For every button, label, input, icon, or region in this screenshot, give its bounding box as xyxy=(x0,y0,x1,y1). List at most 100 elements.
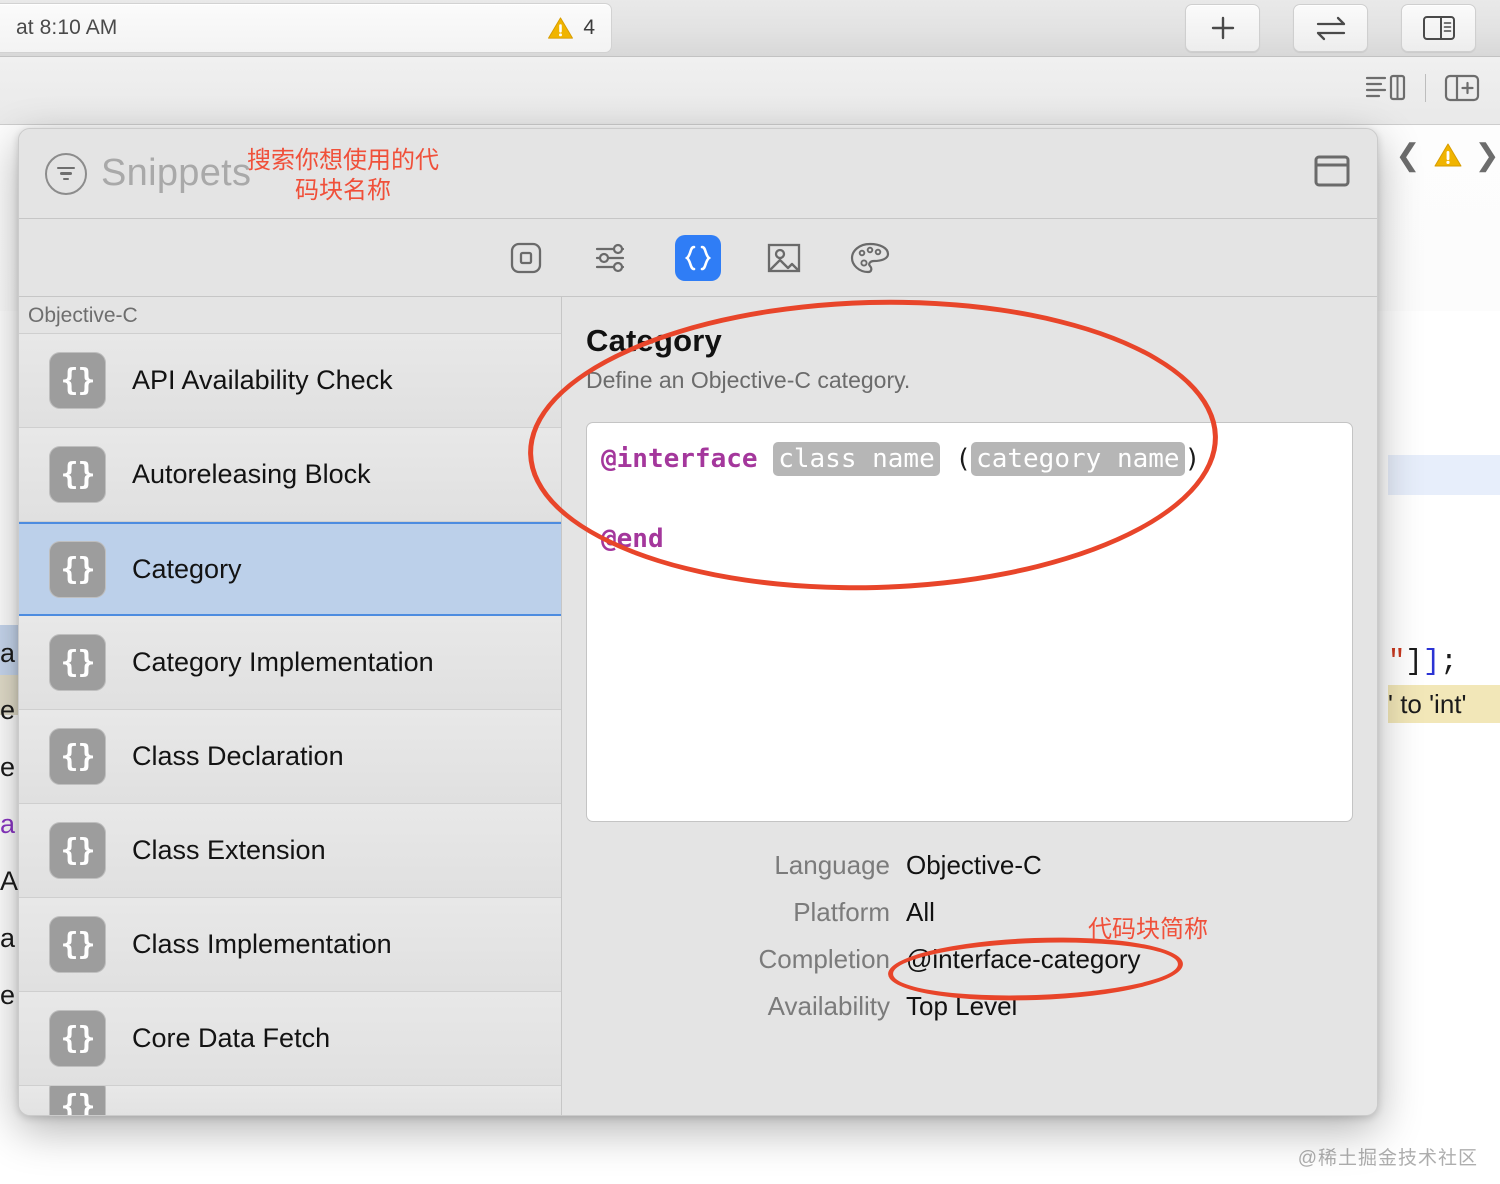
metadata-value: @interface-category xyxy=(906,944,1141,974)
image-icon xyxy=(767,243,801,272)
code-braces-icon: {} xyxy=(49,916,106,973)
warning-count: 4 xyxy=(583,16,595,39)
editor-warning-text: ' to 'int' xyxy=(1388,685,1500,723)
add-button[interactable] xyxy=(1185,4,1260,52)
code-line-1: @interface class name (category name) xyxy=(601,439,1338,479)
editor-left-line-3: e xyxy=(0,752,16,782)
list-item-label: Class Implementation xyxy=(132,929,392,959)
code-braces-icon: {} xyxy=(49,634,106,691)
code-braces-icon: {} xyxy=(49,1010,106,1067)
code-braces-icon: {} xyxy=(49,540,106,598)
metadata-key: Completion xyxy=(758,944,890,974)
snippets-tabbar xyxy=(19,219,1377,297)
code-braces-icon: {} xyxy=(49,728,106,785)
code-open-paren: ( xyxy=(955,444,972,474)
editor-left-line-4: a xyxy=(0,809,16,839)
code-braces-icon: {} xyxy=(49,1086,106,1115)
code-close-paren: ) xyxy=(1184,444,1201,474)
list-item[interactable]: {} Class Extension xyxy=(19,804,561,898)
metadata-row-platform: Platform All xyxy=(586,897,1353,928)
editor-string-fragment: " xyxy=(1388,645,1406,678)
metadata-value: All xyxy=(906,897,935,927)
editor-bracket2-fragment: ] xyxy=(1422,645,1441,678)
metadata-row-language: Language Objective-C xyxy=(586,850,1353,881)
list-item-selected[interactable]: {} Category xyxy=(19,522,561,616)
annotation-search-hint: 搜索你想使用的代码块名称 xyxy=(247,147,439,204)
list-item[interactable]: {} Category Implementation xyxy=(19,616,561,710)
swap-button[interactable] xyxy=(1293,4,1368,52)
code-braces-icon: {} xyxy=(49,352,106,409)
snippet-detail-pane: Category Define an Objective-C category.… xyxy=(562,297,1377,1115)
warning-triangle-icon xyxy=(548,17,574,39)
list-item-label: Category Implementation xyxy=(132,647,434,677)
text-panel-icon[interactable] xyxy=(1365,72,1407,104)
snippets-header: Snippets xyxy=(19,129,1377,219)
square-object-icon xyxy=(510,242,542,273)
status-field[interactable]: at 8:10 AM 4 xyxy=(0,3,612,53)
chevron-left-icon[interactable]: ❮ xyxy=(1395,138,1420,173)
add-panel-icon[interactable] xyxy=(1444,73,1480,103)
window-panel-icon[interactable] xyxy=(1313,154,1351,193)
sub-toolbar-buttons xyxy=(1365,72,1480,104)
list-item-label: Class Declaration xyxy=(132,741,344,771)
code-placeholder-category[interactable]: category name xyxy=(971,442,1185,476)
editor-left-line-5: A xyxy=(0,866,19,896)
editor-left-line-6: a xyxy=(0,923,16,953)
metadata-row-availability: Availability Top Level xyxy=(586,991,1353,1022)
editor-left-gutter-text: a e e a A a e xyxy=(0,625,20,1010)
swap-arrows-icon xyxy=(1316,16,1345,41)
list-item[interactable]: {} Core Data Fetch xyxy=(19,992,561,1086)
filter-icon[interactable] xyxy=(45,152,87,195)
code-keyword: @interface xyxy=(601,444,758,474)
status-warning-group[interactable]: 4 xyxy=(547,16,595,40)
chevron-right-icon[interactable]: ❯ xyxy=(1475,138,1500,173)
list-item-partial[interactable]: {} xyxy=(19,1086,561,1115)
tab-media[interactable] xyxy=(761,235,807,281)
editor-code-fragment: "]]; xyxy=(1388,645,1458,678)
annotation-completion-hint: 代码块简称 xyxy=(1088,916,1208,943)
window-sub-toolbar xyxy=(0,57,1500,125)
code-placeholder-class[interactable]: class name xyxy=(773,442,940,476)
tab-media-settings[interactable] xyxy=(589,235,635,281)
list-item-label: Class Extension xyxy=(132,835,326,865)
right-panel-icon xyxy=(1422,16,1455,40)
inspector-toggle-button[interactable] xyxy=(1401,4,1476,52)
editor-navigation-bar: ❮ ❯ xyxy=(1395,130,1500,180)
toolbar-buttons xyxy=(1185,4,1476,52)
list-item[interactable]: {} API Availability Check xyxy=(19,334,561,428)
editor-selection-band xyxy=(1388,455,1500,495)
code-braces-icon: {} xyxy=(49,822,106,879)
code-braces-icon xyxy=(684,245,712,270)
list-item[interactable]: {} Class Implementation xyxy=(19,898,561,992)
tab-colors[interactable] xyxy=(847,235,893,281)
metadata-value: Top Level xyxy=(906,991,1018,1021)
tab-snippets[interactable] xyxy=(675,234,721,281)
list-item-label: API Availability Check xyxy=(132,365,393,395)
window-toolbar: at 8:10 AM 4 xyxy=(0,0,1500,57)
snippet-code-editor[interactable]: @interface class name (category name) @e… xyxy=(586,422,1353,822)
list-item-label: Category xyxy=(132,553,242,584)
page-title: Category xyxy=(586,323,722,358)
list-item[interactable]: {} Autoreleasing Block xyxy=(19,428,561,522)
metadata-row-completion: Completion @interface-category xyxy=(586,944,1353,975)
list-item[interactable]: {} Class Declaration xyxy=(19,710,561,804)
tab-objects[interactable] xyxy=(503,235,549,281)
watermark: @稀土掘金技术社区 xyxy=(1297,1148,1478,1169)
metadata-value: Objective-C xyxy=(906,850,1042,880)
app-root: "]]; ' to 'int' a e e a A a e ❮ ❯ at 8:1… xyxy=(0,0,1500,1184)
sliders-icon xyxy=(595,243,625,272)
editor-bracket-fragment: ] xyxy=(1405,645,1423,678)
list-item-label: Autoreleasing Block xyxy=(132,459,371,489)
snippets-sidebar[interactable]: Objective-C {} API Availability Check {}… xyxy=(19,297,562,1115)
snippets-panel: Snippets Objective-C {} API Availability… xyxy=(18,128,1378,1116)
editor-left-line-1: a xyxy=(0,638,16,668)
detail-subtitle: Define an Objective-C category. xyxy=(586,367,911,393)
warning-triangle-icon[interactable] xyxy=(1434,142,1462,168)
list-item-label: Core Data Fetch xyxy=(132,1023,331,1053)
metadata-key: Language xyxy=(774,850,890,880)
snippet-metadata: Language Objective-C Platform All Comple… xyxy=(586,850,1353,1022)
editor-left-line-7: e xyxy=(0,980,16,1010)
snippets-search-input[interactable]: Snippets xyxy=(101,152,251,195)
metadata-key: Platform xyxy=(793,897,890,927)
